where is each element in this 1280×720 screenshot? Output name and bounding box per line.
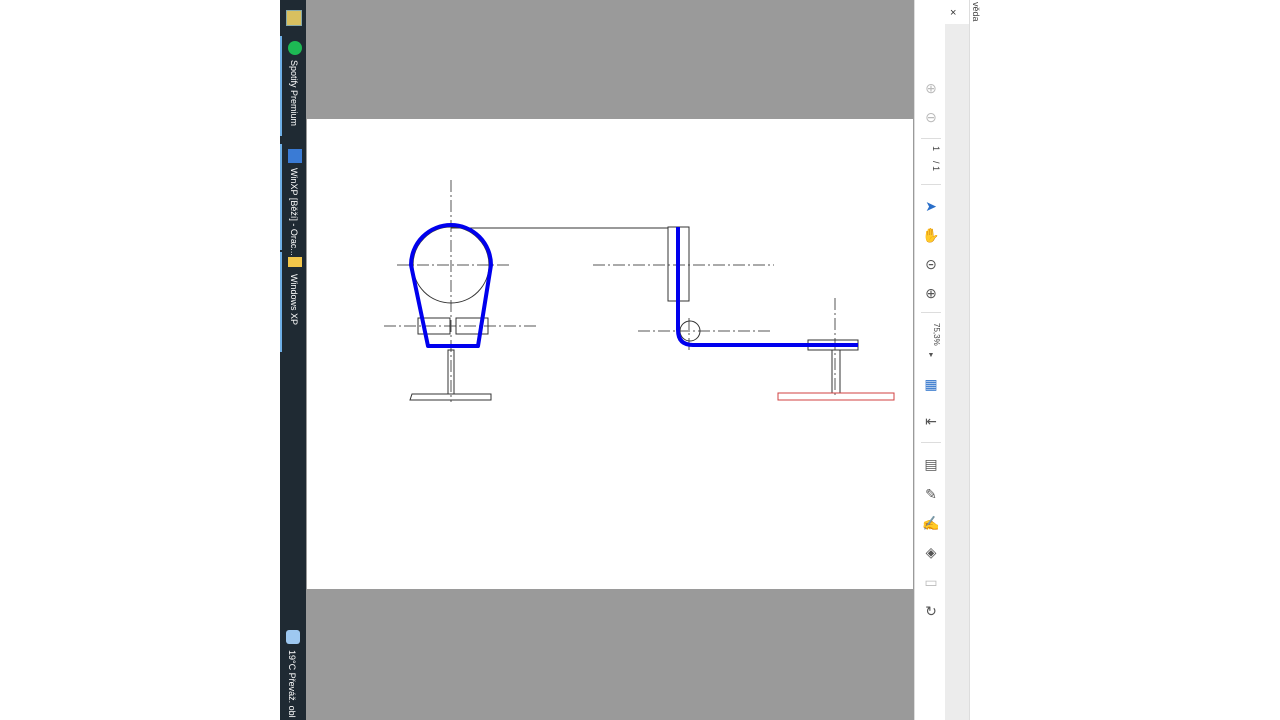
taskbar-label: Spotify Premium (289, 60, 299, 127)
stamp-icon[interactable]: ◈ (921, 542, 941, 562)
spotify-icon (288, 41, 302, 55)
highlighted-base (777, 392, 895, 401)
taskbar-label: Windows XP (289, 274, 299, 326)
side-tab-label[interactable]: věda (971, 2, 981, 22)
taskbar-item-spotify[interactable]: Spotify Premium (280, 36, 306, 136)
taskbar-item-control-panel[interactable] (280, 4, 306, 30)
technical-drawing (384, 180, 895, 402)
right-toolbar: ⊕ ⊖ 1 / 1 ➤ ✋ ⊝ ⊕ 75,3% ▼ ▦ ⇤ ▤ ✎ ✍ ◈ ▭ … (914, 0, 946, 720)
taskbar-item-windows-xp[interactable]: Windows XP (280, 252, 306, 352)
document-viewport[interactable] (306, 0, 914, 720)
fit-page-icon[interactable]: ▦ (921, 374, 941, 394)
comment-icon[interactable]: ▤ (921, 454, 941, 474)
zoom-level-dropdown[interactable]: 75,3% (921, 320, 941, 348)
folder-icon (288, 257, 302, 267)
taskbar-item-virtualbox[interactable]: WinXP [Běží] - Orac... (280, 144, 306, 256)
previous-page-icon[interactable]: ⊖ (921, 107, 941, 127)
weather-icon (286, 630, 300, 644)
export-icon[interactable]: ⇤ (921, 411, 941, 431)
sign-icon[interactable]: ✍ (921, 513, 941, 533)
page-total: / 1 (931, 160, 941, 171)
current-page-input[interactable]: 1 (921, 142, 941, 156)
rotate-icon[interactable]: ↻ (921, 601, 941, 621)
close-button[interactable]: × (950, 7, 956, 19)
pencil-icon[interactable]: ✎ (921, 484, 941, 504)
form-icon[interactable]: ▭ (921, 572, 941, 592)
hand-icon[interactable]: ✋ (921, 225, 941, 245)
weather-label: 19°C Převáž. obl (287, 650, 297, 718)
select-icon[interactable]: ➤ (921, 196, 941, 216)
chevron-down-icon[interactable]: ▼ (921, 346, 941, 366)
platform-stem (831, 349, 841, 394)
taskbar-weather[interactable]: 19°C Převáž. obl (280, 626, 306, 720)
side-panel (945, 24, 969, 720)
pdf-page (307, 119, 913, 589)
control-panel-icon (286, 10, 302, 26)
side-strip: věda (969, 0, 984, 720)
zoom-out-icon[interactable]: ⊝ (921, 254, 941, 274)
virtualbox-icon (288, 149, 302, 163)
next-page-icon[interactable]: ⊕ (921, 78, 941, 98)
taskbar-label: WinXP [Běží] - Orac... (289, 168, 299, 256)
taskbar: Spotify Premium WinXP [Běží] - Orac... W… (280, 0, 306, 720)
belt-path (676, 227, 858, 347)
zoom-in-icon[interactable]: ⊕ (921, 283, 941, 303)
